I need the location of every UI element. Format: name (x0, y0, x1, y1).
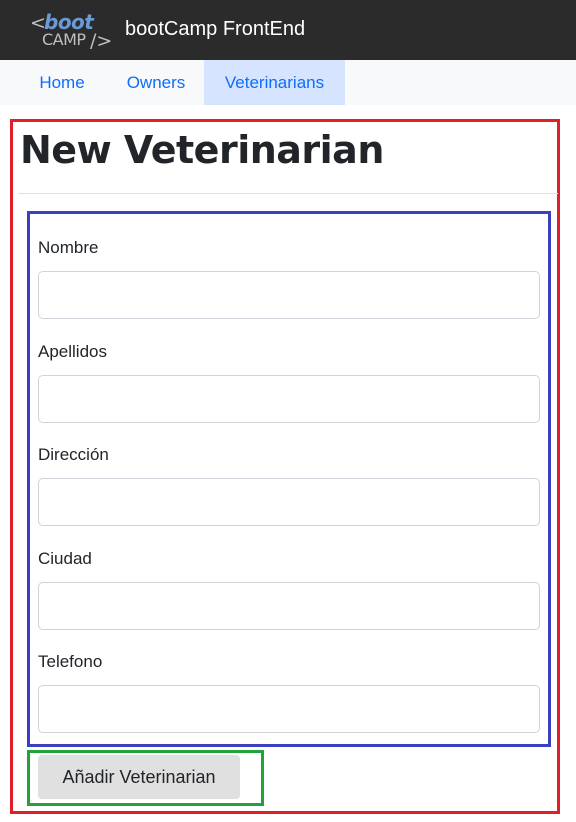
direccion-label: Dirección (38, 445, 109, 464)
top-bar: < boot CAMP /> bootCamp FrontEnd (0, 0, 576, 60)
apellidos-label: Apellidos (38, 342, 107, 361)
direccion-input[interactable] (38, 478, 540, 526)
nav-item-home[interactable]: Home (28, 60, 96, 105)
logo-word-bottom: CAMP (42, 30, 86, 49)
nav-item-owners[interactable]: Owners (114, 60, 198, 105)
logo-bracket-right: /> (90, 30, 113, 52)
ciudad-label: Ciudad (38, 549, 92, 568)
telefono-input[interactable] (38, 685, 540, 733)
title-divider (18, 193, 558, 194)
nombre-label: Nombre (38, 238, 99, 257)
app-title[interactable]: bootCamp FrontEnd (125, 18, 305, 41)
add-veterinarian-button[interactable]: Añadir Veterinarian (38, 755, 240, 799)
nombre-input[interactable] (38, 271, 540, 319)
apellidos-input[interactable] (38, 375, 540, 423)
bootcamp-logo[interactable]: < boot CAMP /> (30, 10, 113, 52)
telefono-label: Telefono (38, 652, 103, 671)
nav-item-veterinarians[interactable]: Veterinarians (204, 60, 345, 105)
nav-bar: Home Owners Veterinarians (0, 60, 576, 105)
page-title: New Veterinarian (20, 128, 384, 172)
ciudad-input[interactable] (38, 582, 540, 630)
